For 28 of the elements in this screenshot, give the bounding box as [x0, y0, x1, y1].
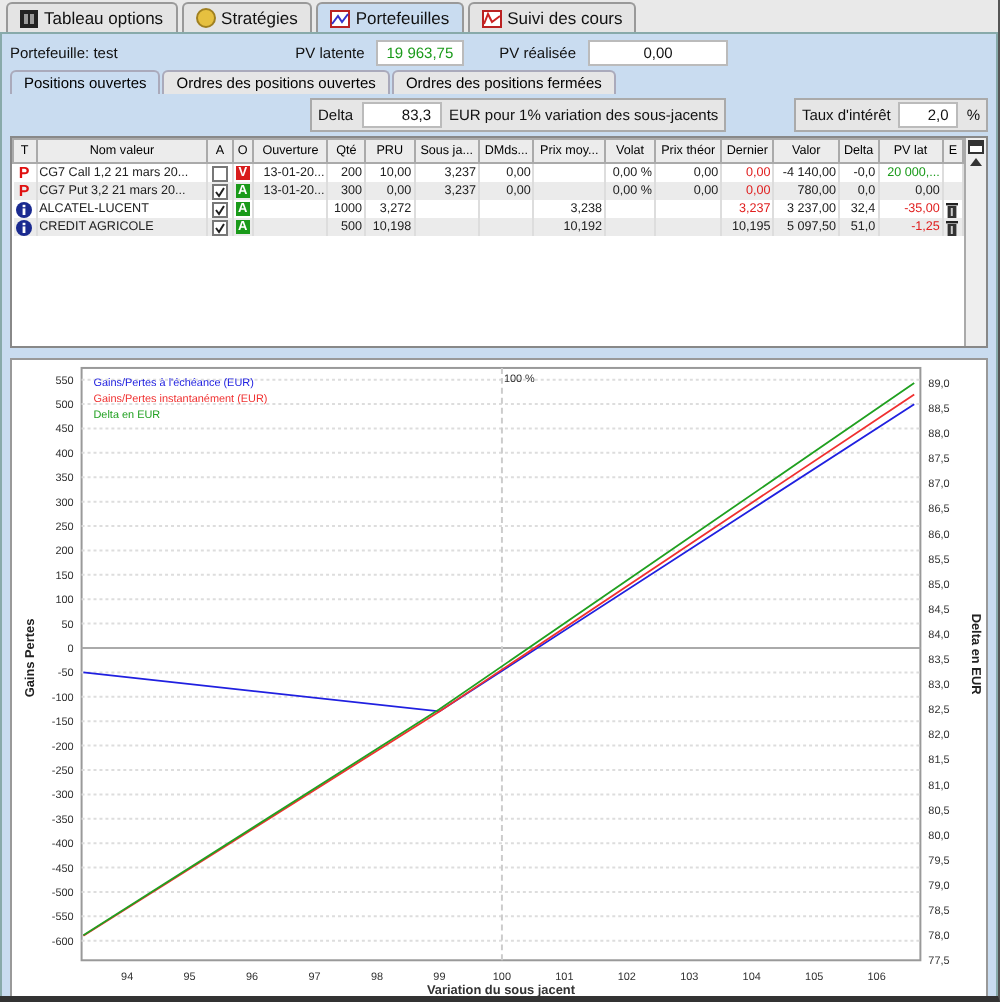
- checkbox[interactable]: [211, 219, 228, 235]
- table-cell: [605, 218, 656, 236]
- tab[interactable]: Suivi des cours: [467, 2, 637, 32]
- table-cell: [479, 200, 534, 218]
- table-cell: [533, 182, 606, 200]
- chart-icon: [481, 9, 502, 27]
- checkbox[interactable]: [211, 183, 228, 199]
- table-cell: [655, 200, 722, 218]
- type-letter: P: [18, 164, 30, 182]
- trash-icon[interactable]: [946, 201, 959, 217]
- type-letter: P: [18, 182, 30, 200]
- tab[interactable]: Portefeuilles: [315, 2, 464, 32]
- trash-icon[interactable]: [946, 219, 959, 235]
- table-cell: [414, 200, 480, 218]
- table-cell: [605, 200, 656, 218]
- checkbox[interactable]: [211, 201, 228, 217]
- checkbox[interactable]: [211, 165, 228, 181]
- table-cell: [479, 218, 534, 236]
- tab[interactable]: Stratégies: [181, 2, 312, 32]
- column-menu-icon[interactable]: [968, 140, 984, 154]
- scrollbar[interactable]: [964, 138, 986, 346]
- scroll-up-icon[interactable]: [970, 158, 982, 166]
- table-cell: [655, 218, 722, 236]
- coin-icon: [195, 8, 216, 28]
- chart-icon: [329, 9, 350, 27]
- tab[interactable]: Tableau options: [6, 2, 178, 32]
- table-cell: [414, 218, 480, 236]
- grid-icon: [20, 9, 38, 27]
